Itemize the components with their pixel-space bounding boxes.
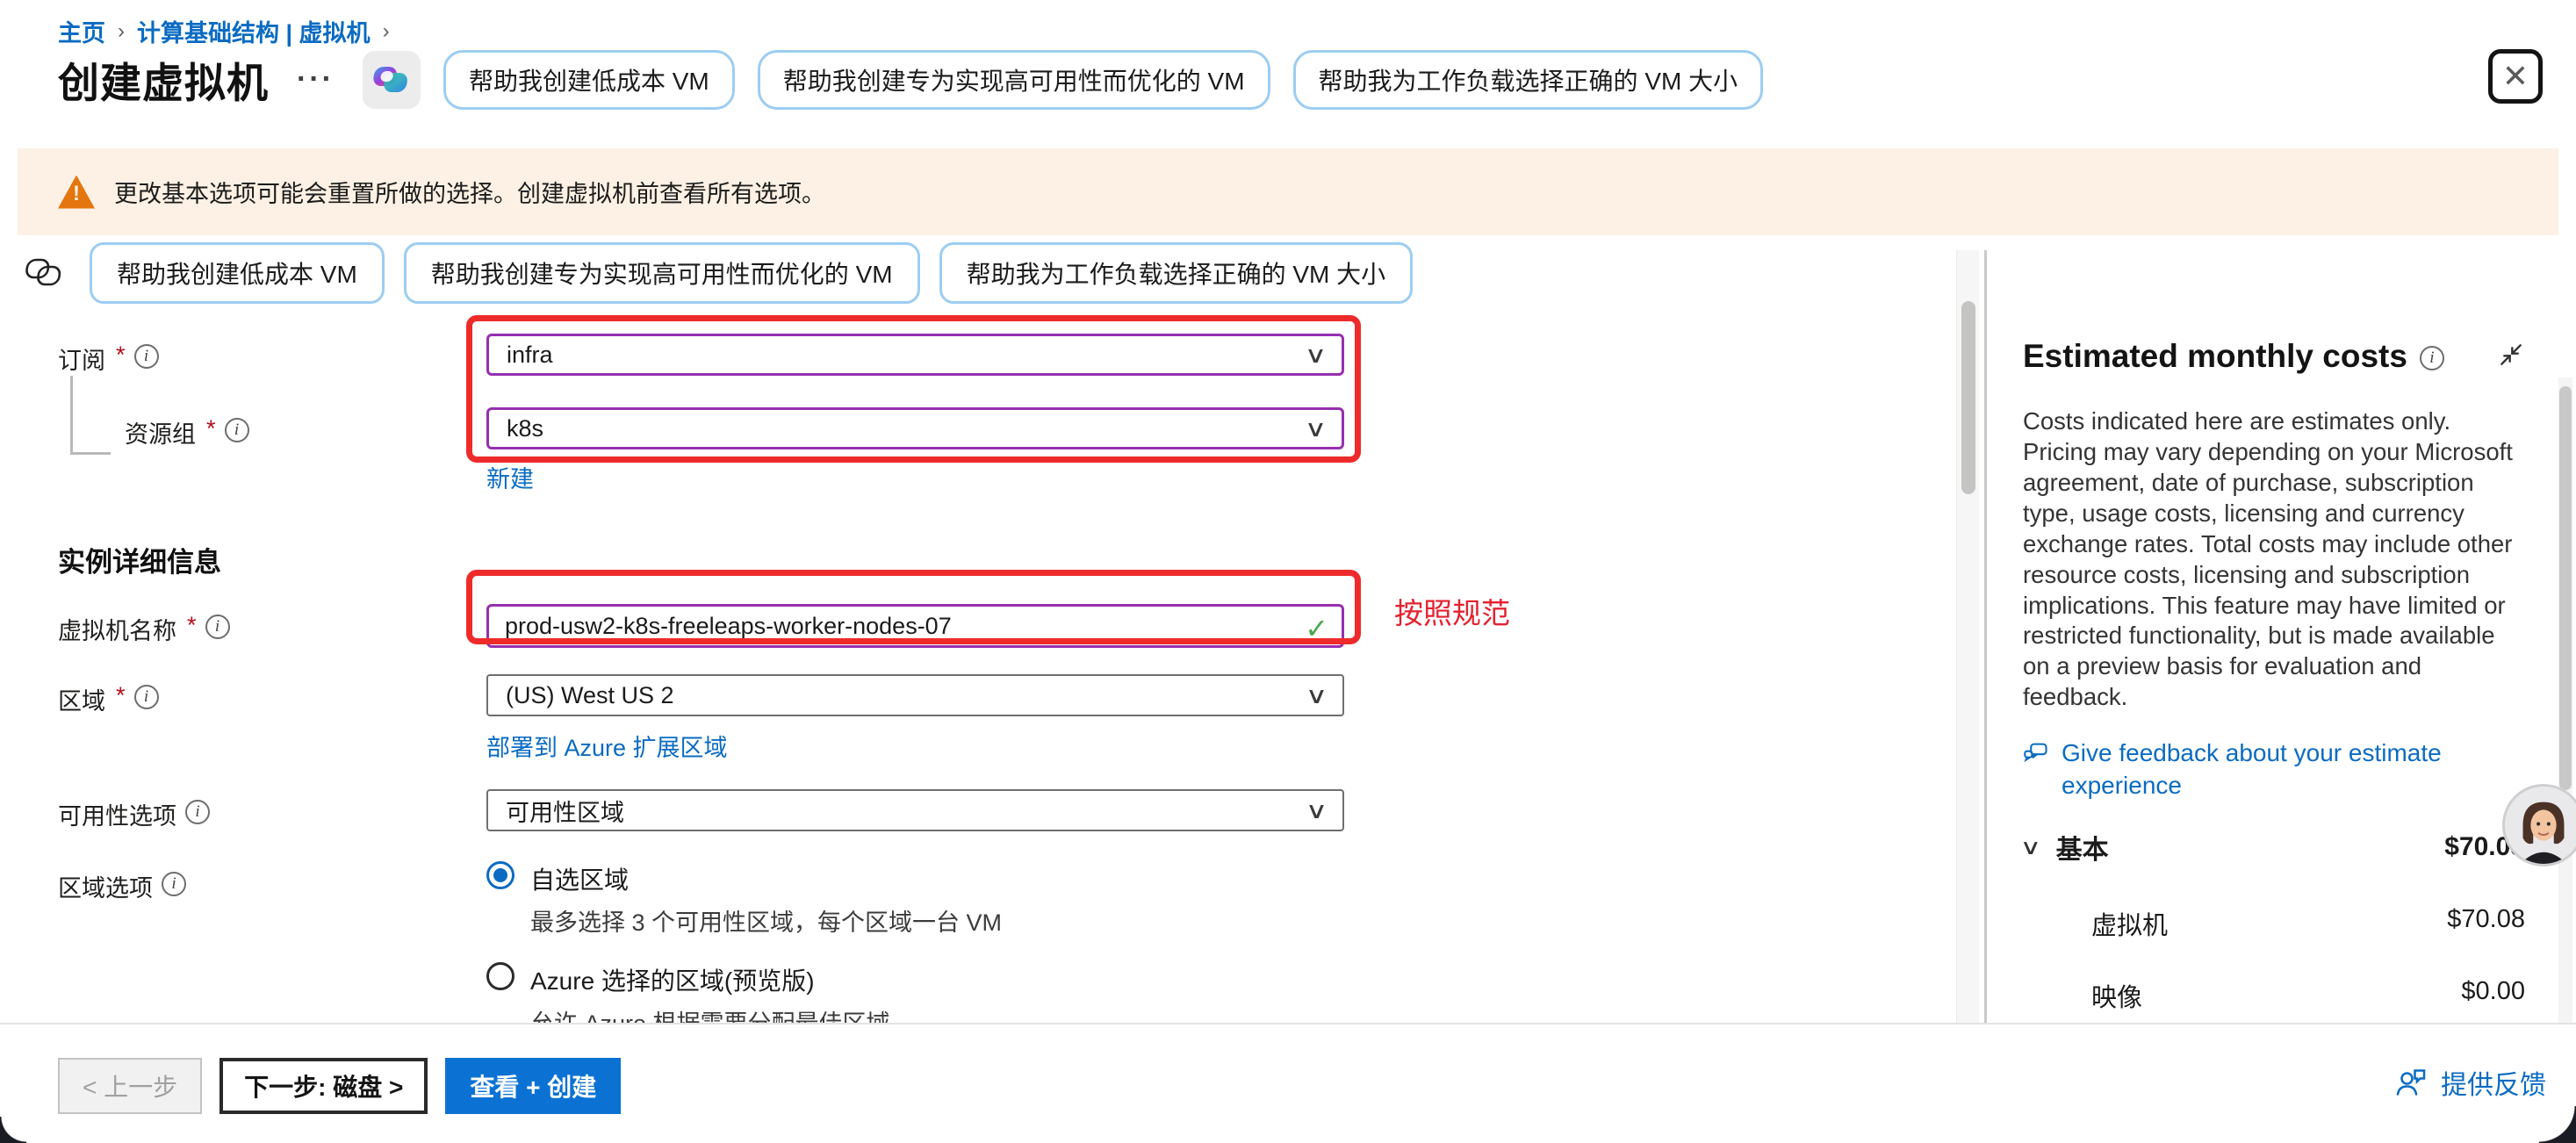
window-corner: [0, 1117, 26, 1143]
warning-text: 更改基本选项可能会重置所做的选择。创建虚拟机前查看所有选项。: [114, 175, 825, 209]
chevron-right-icon: [118, 19, 125, 44]
required-asterisk: [187, 612, 197, 639]
zone-option-label[interactable]: 自选区域: [530, 861, 1002, 896]
info-icon[interactable]: [134, 685, 159, 709]
costs-panel-title: Estimated monthly costs: [2023, 338, 2407, 375]
estimated-costs-panel: Estimated monthly costs Costs indicated …: [1988, 250, 2557, 1023]
required-asterisk: [116, 341, 126, 369]
required-asterisk: [206, 415, 216, 442]
copilot-suggestion-high-availability[interactable]: 帮助我创建专为实现高可用性而优化的 VM: [404, 242, 920, 304]
copilot-suggestion-row: 帮助我创建低成本 VM 帮助我创建专为实现高可用性而优化的 VM 帮助我为工作负…: [19, 242, 1413, 304]
copilot-suggestion-high-availability[interactable]: 帮助我创建专为实现高可用性而优化的 VM: [758, 50, 1270, 110]
resource-group-value: k8s: [507, 415, 543, 442]
cost-item-image: 映像 $0.00: [2091, 977, 2525, 1014]
feedback-bubbles-icon: [2023, 737, 2049, 769]
availability-options-dropdown[interactable]: 可用性区域: [486, 789, 1344, 831]
panel-scrollbar[interactable]: [2558, 377, 2572, 1023]
avatar[interactable]: [2502, 784, 2576, 866]
tree-connector: [70, 376, 111, 455]
radio-unselected[interactable]: [486, 962, 514, 990]
more-options-icon[interactable]: [291, 62, 340, 97]
review-create-button[interactable]: 查看 + 创建: [445, 1058, 621, 1114]
breadcrumb-home[interactable]: 主页: [58, 14, 105, 48]
create-new-link[interactable]: 新建: [486, 460, 534, 494]
info-icon[interactable]: [134, 344, 159, 369]
zone-option-self-select: 自选区域 最多选择 3 个可用性区域，每个区域一台 VM: [486, 861, 1344, 938]
give-feedback-link[interactable]: 提供反馈: [2393, 1063, 2546, 1102]
annotation-text: 按照规范: [1394, 590, 1510, 632]
instance-details-heading: 实例详细信息: [58, 540, 1353, 579]
close-icon: [2502, 61, 2529, 92]
chevron-down-icon: [1306, 682, 1328, 709]
required-asterisk: [116, 682, 126, 709]
info-icon[interactable]: [162, 872, 186, 896]
subscription-value: infra: [507, 341, 553, 369]
copilot-suggestion-low-cost[interactable]: 帮助我创建低成本 VM: [443, 50, 735, 110]
availability-options-label: 可用性选项: [58, 789, 486, 831]
chevron-down-icon: [1305, 341, 1328, 369]
resource-group-label: 资源组: [58, 407, 486, 494]
next-disks-button[interactable]: 下一步: 磁盘 >: [219, 1058, 428, 1114]
region-dropdown[interactable]: (US) West US 2: [486, 674, 1344, 716]
chevron-right-icon: [383, 19, 390, 44]
previous-button[interactable]: < 上一步: [58, 1058, 202, 1114]
warning-icon: [58, 176, 95, 209]
breadcrumb-section[interactable]: 计算基础结构 | 虚拟机: [137, 14, 371, 48]
breadcrumb: 主页 计算基础结构 | 虚拟机: [58, 14, 390, 48]
radio-selected[interactable]: [486, 861, 514, 889]
cost-group-basics[interactable]: 基本 $70.08: [2023, 828, 2525, 866]
info-icon[interactable]: [2420, 346, 2444, 370]
copilot-suggestion-low-cost[interactable]: 帮助我创建低成本 VM: [90, 242, 385, 304]
info-icon[interactable]: [225, 418, 249, 442]
main-scrollbar-thumb[interactable]: [1961, 301, 1975, 494]
copilot-suggestion-right-size[interactable]: 帮助我为工作负载选择正确的 VM 大小: [939, 242, 1414, 304]
cost-item-vm: 虚拟机 $70.08: [2091, 905, 2525, 942]
chevron-down-icon: [1306, 797, 1328, 824]
basics-form: 订阅 infra 资源组 k8s 新建: [58, 334, 1353, 1095]
region-label: 区域: [58, 674, 486, 763]
subscription-dropdown[interactable]: infra: [486, 334, 1344, 376]
panel-divider: [1984, 250, 1987, 1023]
panel-scrollbar-thumb[interactable]: [2559, 386, 2572, 790]
vm-name-input[interactable]: [486, 604, 1344, 648]
copilot-outline-icon: [19, 250, 70, 296]
region-value: (US) West US 2: [506, 682, 674, 709]
valid-check-icon: [1305, 612, 1328, 645]
zone-option-desc: 最多选择 3 个可用性区域，每个区域一台 VM: [530, 903, 1002, 938]
cost-group-name: 基本: [2056, 828, 2109, 866]
main-scrollbar[interactable]: [1956, 250, 1979, 1023]
copilot-button[interactable]: [363, 51, 421, 109]
footer-bar: < 上一步 下一步: 磁盘 > 查看 + 创建 提供反馈: [0, 1023, 2576, 1143]
chevron-down-icon: [1305, 415, 1328, 442]
page-title: 创建虚拟机: [58, 49, 269, 110]
chevron-down-icon: [2019, 835, 2041, 860]
title-row: 创建虚拟机 帮助我创建低成本 VM 帮助我创建专为实现高可用性而优化的 VM 帮…: [58, 49, 1763, 110]
vm-name-label: 虚拟机名称: [58, 604, 486, 648]
extended-zones-link[interactable]: 部署到 Azure 扩展区域: [486, 729, 728, 763]
person-feedback-icon: [2393, 1067, 2428, 1098]
window-corner: [2539, 1106, 2576, 1143]
resource-group-dropdown[interactable]: k8s: [486, 407, 1344, 449]
zone-options-label: 区域选项: [58, 861, 486, 1039]
close-button[interactable]: [2488, 49, 2543, 104]
info-icon[interactable]: [185, 800, 210, 824]
zone-option-label[interactable]: Azure 选择的区域(预览版): [530, 962, 890, 997]
costs-disclaimer: Costs indicated here are estimates only.…: [2023, 406, 2520, 713]
subscription-label: 订阅: [58, 334, 486, 376]
create-vm-page: 主页 计算基础结构 | 虚拟机 创建虚拟机 帮助我创建低成本 VM 帮助我创建专…: [0, 0, 2576, 1143]
info-icon[interactable]: [205, 615, 230, 639]
collapse-icon[interactable]: [2497, 341, 2525, 373]
copilot-icon: [373, 61, 410, 98]
availability-options-value: 可用性区域: [506, 794, 624, 828]
estimate-feedback-link[interactable]: Give feedback about your estimate experi…: [2023, 737, 2462, 802]
copilot-suggestion-right-size[interactable]: 帮助我为工作负载选择正确的 VM 大小: [1293, 50, 1764, 110]
warning-banner: 更改基本选项可能会重置所做的选择。创建虚拟机前查看所有选项。: [18, 148, 2558, 235]
